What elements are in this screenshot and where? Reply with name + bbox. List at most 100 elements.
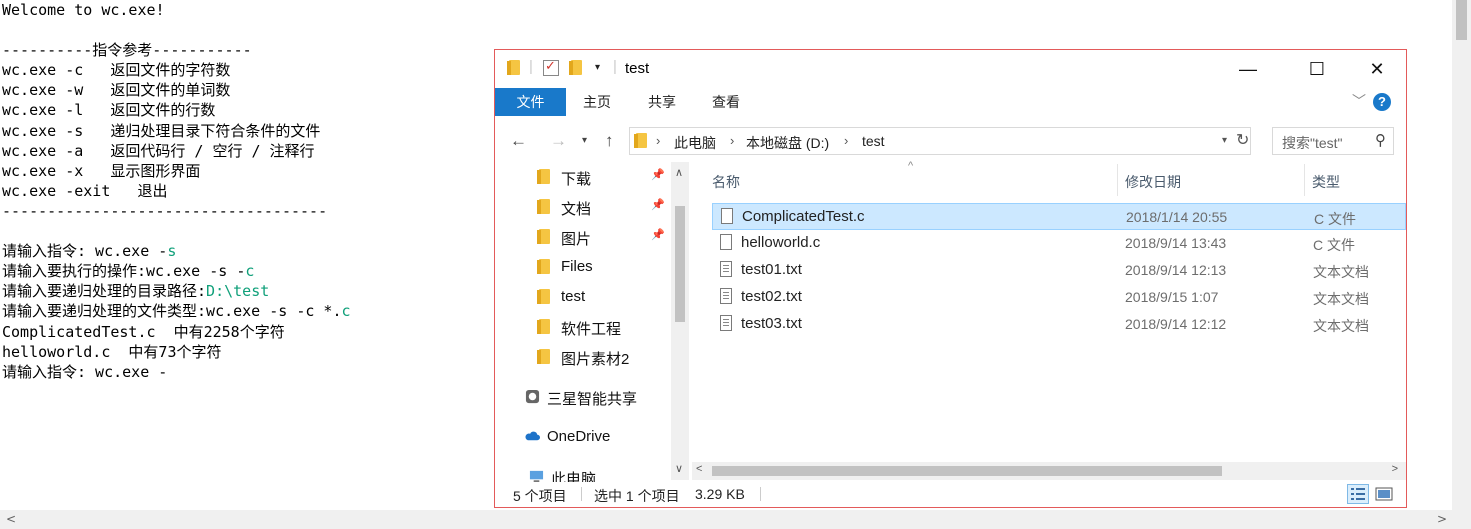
breadcrumb-test[interactable]: test	[862, 133, 885, 149]
navigation-pane: ∧ ∨ 下载 📌 文档 📌 图片 📌 Files test 软件工程 图片素材2 三星智能共享 One…	[495, 162, 690, 482]
tab-share[interactable]: 共享	[648, 88, 676, 116]
console-text: wc.exe -a 返回代码行 / 空行 / 注释行	[2, 141, 315, 160]
column-header-type[interactable]: 类型	[1312, 172, 1340, 192]
file-list-horizontal-scrollbar[interactable]: < >	[692, 462, 1406, 480]
file-row[interactable]: test03.txt 2018/9/14 12:12 文本文档	[712, 311, 1406, 338]
separator: |	[529, 58, 533, 75]
text-file-icon	[720, 315, 732, 331]
breadcrumb-separator-icon[interactable]: ›	[656, 133, 660, 148]
separator: |	[613, 58, 617, 75]
nav-pane-scroll-thumb[interactable]	[675, 206, 685, 322]
file-row[interactable]: test01.txt 2018/9/14 12:13 文本文档	[712, 257, 1406, 284]
file-row[interactable]: test02.txt 2018/9/15 1:07 文本文档	[712, 284, 1406, 311]
new-folder-icon[interactable]	[569, 60, 582, 79]
search-placeholder: 搜索"test"	[1282, 135, 1343, 151]
up-arrow-icon[interactable]: ↑	[605, 131, 614, 151]
file-row[interactable]: ComplicatedTest.c 2018/1/14 20:55 C 文件	[712, 203, 1406, 230]
breadcrumb-separator-icon[interactable]: ›	[730, 133, 734, 148]
search-box[interactable]: 搜索"test" ⚲	[1272, 127, 1394, 155]
properties-check-icon[interactable]	[543, 58, 559, 80]
recent-locations-chevron-icon[interactable]: ▾	[582, 135, 587, 146]
tab-home[interactable]: 主页	[583, 88, 611, 116]
scroll-right-arrow-icon[interactable]: >	[1437, 512, 1447, 526]
breadcrumb-this-pc[interactable]: 此电脑	[674, 133, 716, 153]
nav-item-label: 软件工程	[561, 321, 622, 338]
console-text: 请输入指令: wc.exe -	[2, 242, 168, 261]
nav-item-2[interactable]: 文档 📌	[495, 192, 671, 222]
file-date: 2018/9/14 12:13	[1125, 262, 1227, 278]
breadcrumb-drive-d[interactable]: 本地磁盘 (D:)	[746, 133, 829, 153]
nav-item-1[interactable]: 下载 📌	[495, 162, 671, 192]
console-vertical-scrollbar[interactable]	[1452, 0, 1471, 510]
selection-count: 选中 1 个项目	[594, 488, 680, 504]
nav-item-label: test	[561, 288, 586, 305]
large-icons-view-icon[interactable]	[1373, 484, 1395, 504]
pictures-folder-icon	[537, 229, 550, 248]
nav-item-4[interactable]: Files	[495, 252, 671, 282]
file-date: 2018/9/14 13:43	[1125, 235, 1227, 251]
refresh-icon[interactable]: ↻	[1236, 130, 1249, 150]
nav-item-label: 图片素材2	[561, 351, 630, 368]
console-text: 请输入要递归处理的文件类型:wc.exe -s -c *.	[2, 302, 342, 321]
status-separator	[581, 487, 582, 501]
nav-item-6[interactable]: 软件工程	[495, 312, 671, 342]
folder-icon	[537, 349, 550, 368]
pin-icon[interactable]: 📌	[651, 228, 665, 241]
breadcrumb-separator-icon[interactable]: ›	[844, 133, 848, 148]
address-history-chevron-icon[interactable]: ▾	[1222, 135, 1227, 146]
file-list-scroll-thumb[interactable]	[712, 466, 1222, 476]
folder-icon	[537, 319, 550, 338]
nav-item-5[interactable]: test	[495, 282, 671, 312]
console-scroll-thumb[interactable]	[1456, 0, 1467, 40]
column-header-date[interactable]: 修改日期	[1125, 172, 1181, 192]
console-text: wc.exe -exit 退出	[2, 181, 168, 200]
console-horizontal-scrollbar[interactable]: < >	[0, 510, 1471, 529]
file-type: C 文件	[1313, 237, 1355, 253]
nav-item-label: OneDrive	[547, 428, 611, 445]
minimize-button[interactable]: —	[1225, 54, 1271, 84]
expand-ribbon-chevron-icon[interactable]: ﹀	[1352, 91, 1366, 111]
nav-item-label: 三星智能共享	[547, 391, 638, 408]
tab-file[interactable]: 文件	[495, 88, 566, 116]
console-line: Welcome to wc.exe!	[0, 0, 1452, 20]
console-text: 请输入要递归处理的目录路径:	[2, 282, 207, 301]
column-header-name[interactable]: 名称	[712, 172, 740, 192]
scroll-up-arrow-icon[interactable]: ∧	[675, 166, 683, 179]
nav-item-3[interactable]: 图片 📌	[495, 222, 671, 252]
pin-icon[interactable]: 📌	[651, 198, 665, 211]
close-button[interactable]: ✕	[1354, 54, 1400, 84]
download-folder-icon	[537, 169, 550, 188]
nav-item-7[interactable]: 图片素材2	[495, 342, 671, 372]
column-divider[interactable]	[1117, 164, 1118, 196]
status-separator	[760, 487, 761, 501]
forward-arrow-icon[interactable]: →	[550, 131, 567, 151]
column-divider[interactable]	[1304, 164, 1305, 196]
scroll-left-arrow-icon[interactable]: <	[696, 463, 702, 475]
console-text: wc.exe -w 返回文件的单词数	[2, 81, 231, 100]
documents-folder-icon	[537, 199, 550, 218]
pin-icon[interactable]: 📌	[651, 168, 665, 181]
scroll-right-arrow-icon[interactable]: >	[1392, 463, 1398, 475]
search-icon[interactable]: ⚲	[1375, 131, 1386, 149]
tab-view[interactable]: 查看	[712, 88, 740, 116]
navigation-bar: ← → ▾ ↑ › 此电脑 › 本地磁盘 (D:) › test ▾ ↻ 搜索"…	[495, 122, 1406, 160]
help-icon[interactable]: ?	[1373, 93, 1391, 111]
nav-item-label: 文档	[561, 201, 592, 218]
console-text: wc.exe -x 显示图形界面	[2, 161, 201, 180]
text-file-icon	[720, 288, 732, 304]
console-text: helloworld.c 中有73个字符	[2, 342, 222, 361]
back-arrow-icon[interactable]: ←	[510, 131, 527, 151]
scroll-down-arrow-icon[interactable]: ∨	[675, 462, 683, 475]
nav-item-8[interactable]: 三星智能共享	[495, 382, 671, 412]
maximize-button[interactable]: ☐	[1294, 54, 1340, 84]
scroll-left-arrow-icon[interactable]: <	[6, 512, 16, 526]
nav-item-9[interactable]: OneDrive	[495, 422, 671, 452]
nav-item-10[interactable]: 此电脑	[495, 462, 671, 482]
customize-quick-access-chevron-icon[interactable]: ▾	[595, 62, 600, 73]
details-view-icon[interactable]	[1347, 484, 1369, 504]
address-bar[interactable]: › 此电脑 › 本地磁盘 (D:) › test ▾ ↻	[629, 127, 1251, 155]
console-user-input: c	[341, 302, 351, 321]
nav-pane-scrollbar[interactable]: ∧ ∨	[671, 162, 689, 480]
file-type: 文本文档	[1313, 264, 1369, 280]
file-row[interactable]: helloworld.c 2018/9/14 13:43 C 文件	[712, 230, 1406, 257]
